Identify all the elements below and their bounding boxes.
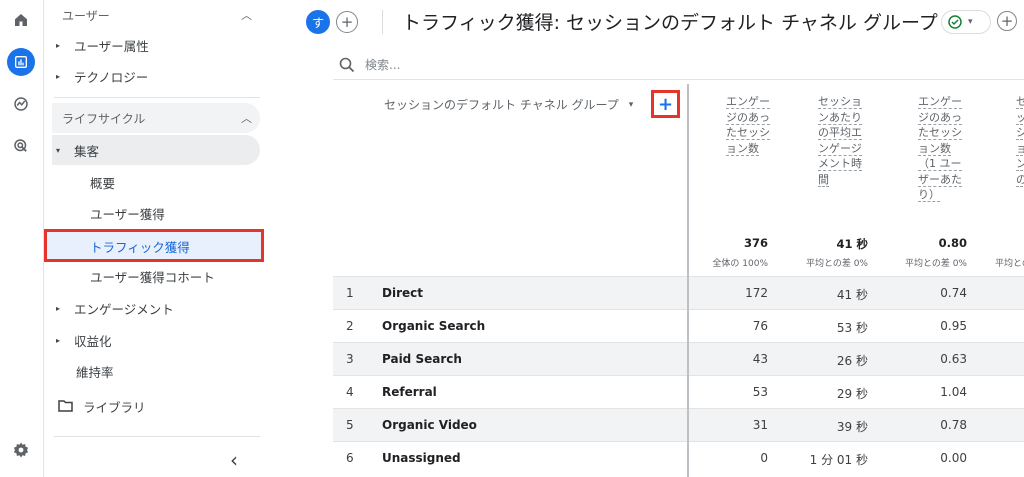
search-icon	[339, 57, 355, 73]
report-header: す + トラフィック獲得: セッションのデフォルト チャネル グループ ▾ +	[304, 0, 1024, 44]
add-button[interactable]: +	[997, 11, 1017, 31]
divider	[382, 10, 383, 34]
sidebar-item-user-attributes[interactable]: ▸ ユーザー属性	[44, 30, 149, 60]
table-row[interactable]: 5 Organic Video 31 39 秒 0.78	[333, 408, 1024, 441]
table-row[interactable]: 1 Direct 172 41 秒 0.74	[333, 276, 1024, 309]
folder-icon	[58, 400, 73, 412]
explore-icon[interactable]	[7, 90, 35, 118]
metric-header-engaged-sessions[interactable]: エンゲージのあったセッション数	[726, 94, 770, 156]
table-row[interactable]: 2 Organic Search 76 53 秒 0.95	[333, 309, 1024, 342]
total-truncated-sub: 平均との差	[995, 259, 1024, 269]
sidebar-item-library[interactable]: ライブラリ	[58, 391, 146, 421]
total-avg-engagement-time: 41 秒	[836, 237, 868, 251]
divider	[54, 97, 260, 98]
table-row[interactable]: 3 Paid Search 43 26 秒 0.63	[333, 342, 1024, 375]
total-avg-engagement-time-sub: 平均との差 0%	[805, 259, 868, 269]
settings-icon[interactable]	[7, 436, 35, 464]
caret-right-icon: ▸	[56, 303, 61, 313]
add-dimension-button[interactable]: +	[651, 90, 680, 118]
collapse-sidebar-icon[interactable]: ‹	[230, 448, 238, 472]
sidebar-item-technology[interactable]: ▸ テクノロジー	[44, 61, 148, 91]
home-icon[interactable]	[7, 6, 35, 34]
metric-header-engaged-sessions-per-user[interactable]: エンゲージのあったセッション数（1 ユーザーあたり）	[918, 94, 962, 203]
caret-down-icon: ▾	[968, 17, 973, 27]
divider	[54, 436, 260, 437]
caret-down-icon: ▾	[56, 145, 61, 155]
advertising-icon[interactable]	[7, 132, 35, 160]
total-engaged-per-user-sub: 平均との差 0%	[904, 259, 967, 269]
sidebar-item-overview[interactable]: 概要	[90, 167, 115, 197]
reports-icon[interactable]	[7, 48, 35, 76]
sidebar-item-retention[interactable]: 維持率	[76, 356, 114, 386]
dimension-column-header[interactable]: セッションのデフォルト チャネル グループ ▾	[384, 96, 633, 113]
column-divider	[687, 276, 689, 477]
add-comparison-button[interactable]: +	[336, 11, 358, 33]
sidebar-item-monetization[interactable]: ▸ 収益化	[44, 325, 112, 355]
sidebar-section-user[interactable]: ユーザー	[62, 0, 110, 30]
chevron-up-icon[interactable]: ︿	[241, 0, 252, 30]
search-bar	[333, 50, 1024, 80]
sidebar-item-user-acquisition[interactable]: ユーザー獲得	[90, 198, 165, 228]
table-row[interactable]: 4 Referral 53 29 秒 1.04	[333, 375, 1024, 408]
search-input[interactable]	[365, 57, 665, 72]
metric-header-truncated[interactable]: セッ ション の	[1016, 94, 1024, 187]
check-circle-icon	[948, 15, 962, 29]
status-chip[interactable]: ▾	[941, 10, 991, 34]
sidebar-item-user-acquisition-cohort[interactable]: ユーザー獲得コホート	[90, 261, 215, 291]
caret-right-icon: ▸	[56, 335, 61, 345]
table-row[interactable]: 6 Unassigned 0 1 分 01 秒 0.00	[333, 441, 1024, 477]
sidebar-item-traffic-acquisition[interactable]: トラフィック獲得	[44, 229, 264, 262]
metric-header-avg-engagement-time[interactable]: セッションあたりの平均エンゲージメント時間	[818, 94, 862, 187]
chevron-up-icon[interactable]: ︿	[241, 103, 252, 133]
page-title: トラフィック獲得: セッションのデフォルト チャネル グループ	[402, 12, 938, 34]
total-engaged-sessions-sub: 全体の 100%	[712, 259, 768, 269]
sidebar-item-engagement[interactable]: ▸ エンゲージメント	[44, 293, 174, 323]
caret-right-icon: ▸	[56, 40, 61, 50]
sidebar-item-acquisition[interactable]: ▾ 集客	[44, 135, 99, 165]
total-engaged-per-user: 0.80	[938, 236, 967, 250]
caret-down-icon[interactable]: ▾	[629, 100, 634, 110]
avatar[interactable]: す	[306, 10, 330, 34]
sidebar-section-lifecycle[interactable]: ライフサイクル	[62, 103, 145, 133]
total-engaged-sessions: 376	[743, 236, 768, 250]
caret-right-icon: ▸	[56, 71, 61, 81]
nav-rail	[0, 0, 44, 477]
